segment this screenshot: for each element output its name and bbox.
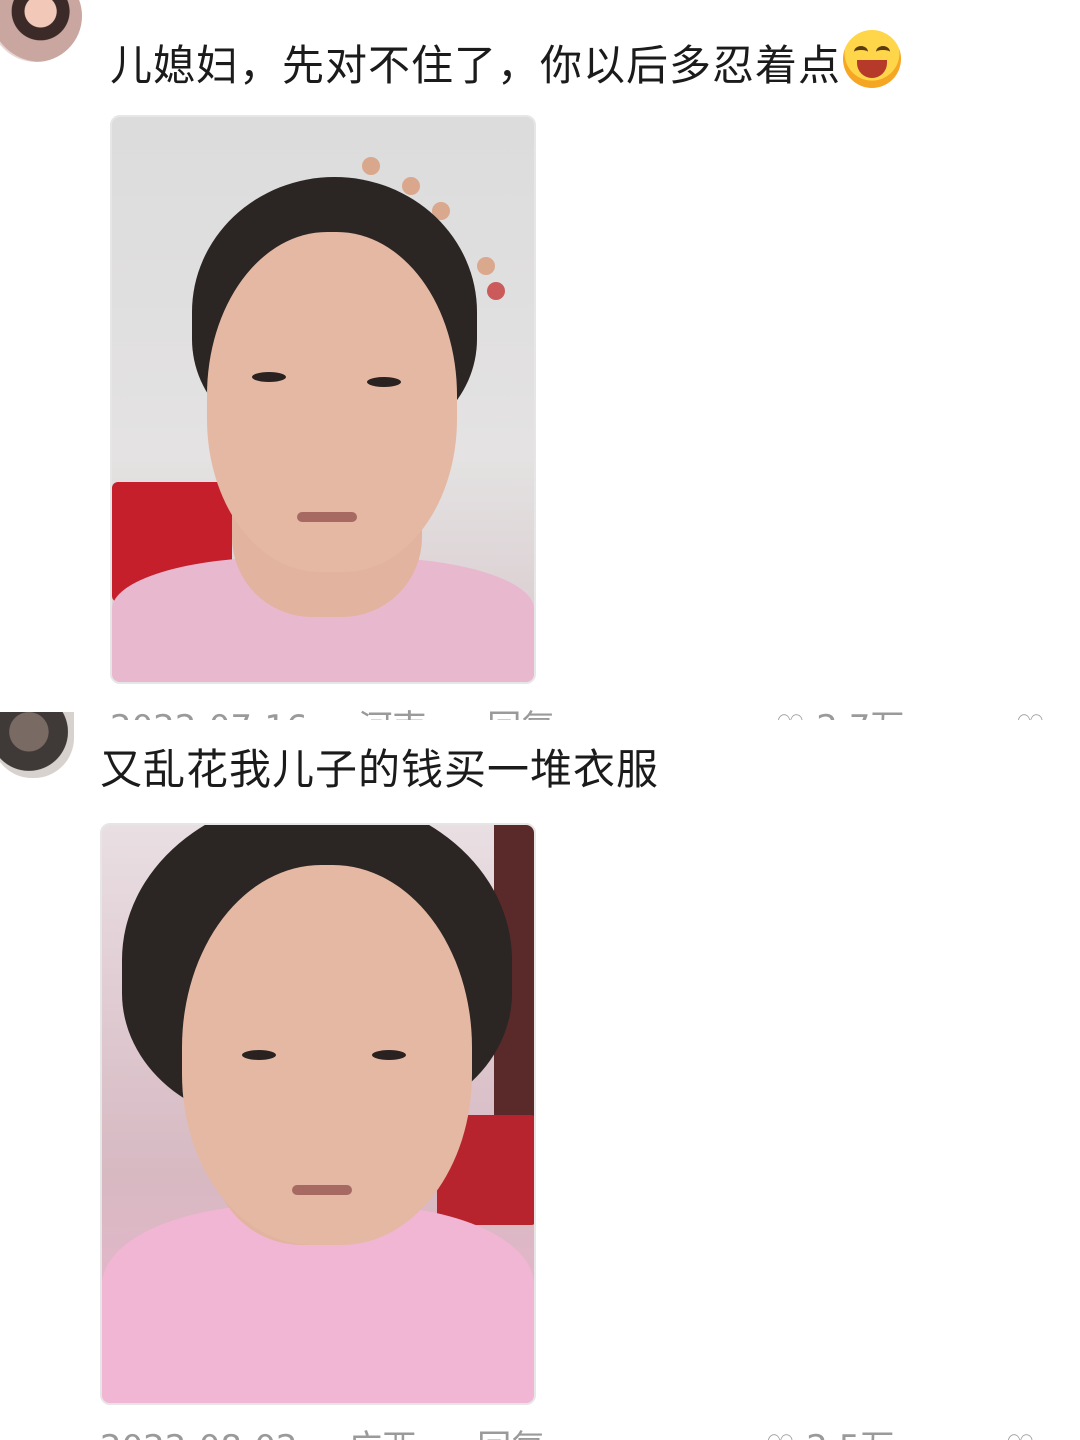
user-avatar[interactable] — [0, 712, 74, 778]
comment-meta: 2022-08-02 广西 回复 ♡ 2.5万 ♡ — [100, 1418, 1060, 1440]
comment-date: 2022-08-02 — [100, 1418, 298, 1440]
comment-text: 又乱花我儿子的钱买一堆衣服 — [100, 740, 659, 800]
comment-text: 儿媳妇，先对不住了，你以后多忍着点 — [110, 30, 902, 96]
comment-text-content: 儿媳妇，先对不住了，你以后多忍着点 — [110, 41, 842, 90]
reply-button[interactable]: 回复 — [477, 1418, 545, 1440]
comment-location: 河南 — [358, 698, 426, 720]
dislike-button[interactable]: ♡ — [1015, 698, 1045, 720]
user-avatar[interactable] — [0, 0, 82, 62]
comment-photo[interactable] — [100, 823, 536, 1405]
dislike-button[interactable]: ♡ — [1005, 1418, 1035, 1440]
comment-location: 广西 — [348, 1418, 416, 1440]
comment-date: 2022-07-16 — [110, 698, 308, 720]
comment-photo[interactable] — [110, 115, 536, 684]
laughing-emoji-icon — [843, 30, 902, 88]
comment-text-content: 又乱花我儿子的钱买一堆衣服 — [100, 745, 660, 794]
comment-meta: 2022-07-16 河南 回复 ♡ 2.7万 ♡ — [110, 698, 1070, 720]
reply-button[interactable]: 回复 — [487, 698, 555, 720]
like-button[interactable]: ♡ 2.5万 — [765, 1418, 894, 1440]
like-button[interactable]: ♡ 2.7万 — [775, 698, 904, 720]
